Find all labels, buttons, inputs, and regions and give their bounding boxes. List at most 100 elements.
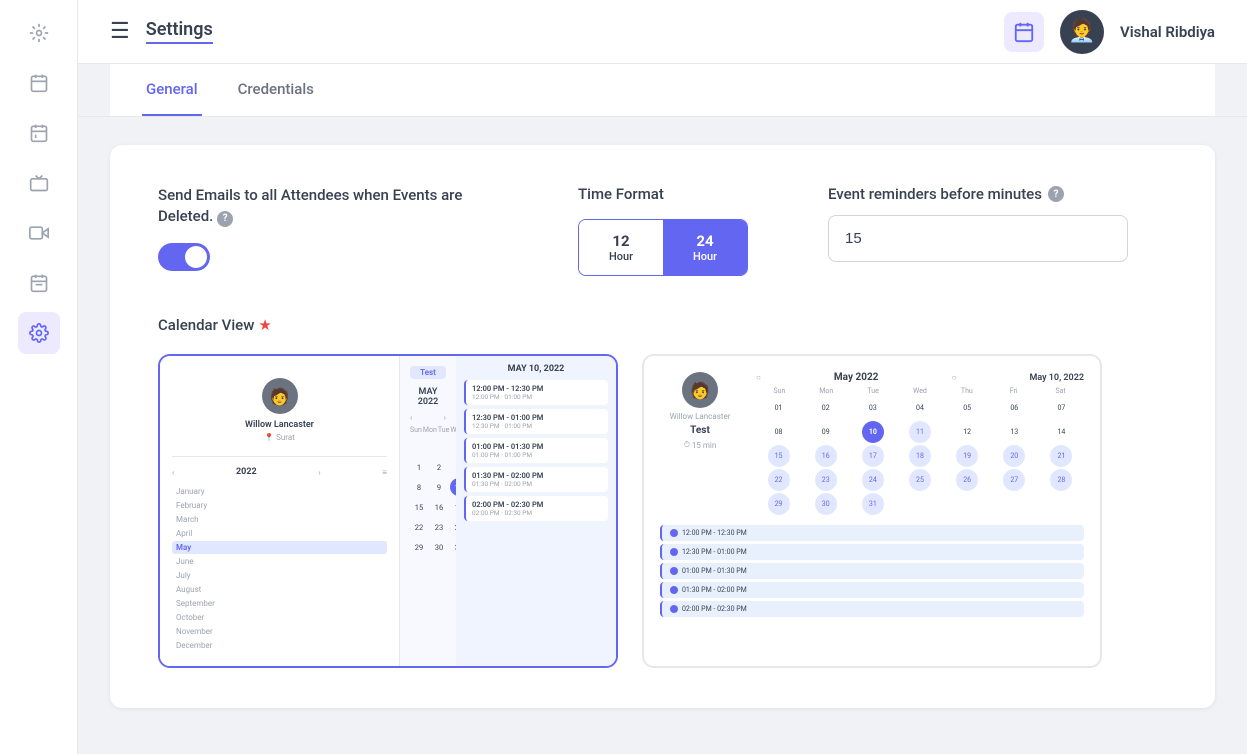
- right-day-04[interactable]: 04: [909, 397, 931, 419]
- month-september[interactable]: September: [172, 597, 387, 610]
- header-left: ☰ Settings: [110, 19, 213, 44]
- right-top: 🧑 Willow Lancaster Test ⏱15 min: [660, 372, 1084, 515]
- event-bar: Test: [410, 366, 446, 379]
- tab-credentials[interactable]: Credentials: [234, 64, 318, 116]
- email-toggle-info-icon[interactable]: ?: [217, 211, 233, 227]
- right-day-13[interactable]: 13: [1003, 421, 1025, 443]
- sidebar: [0, 0, 78, 754]
- right-slot-item[interactable]: 01:00 PM - 01:30 PM: [660, 563, 1084, 579]
- r-hdr-sun: Sun: [756, 387, 803, 395]
- right-day-31[interactable]: 31: [862, 493, 884, 515]
- right-day-01[interactable]: 01: [768, 397, 790, 419]
- time-format-12hr-button[interactable]: 12 Hour: [579, 220, 663, 275]
- right-day-14[interactable]: 14: [1050, 421, 1072, 443]
- right-slot-item[interactable]: 02:00 PM - 02:30 PM: [660, 601, 1084, 617]
- right-day-10[interactable]: 10: [862, 421, 884, 443]
- email-toggle-label: Send Emails to all Attendees when Events…: [158, 185, 498, 227]
- day-2[interactable]: 2: [430, 458, 448, 476]
- month-october[interactable]: October: [172, 611, 387, 624]
- reminder-info-icon[interactable]: ?: [1048, 186, 1064, 202]
- month-august[interactable]: August: [172, 583, 387, 596]
- month-january[interactable]: January: [172, 485, 387, 498]
- prev-year-icon[interactable]: ‹: [172, 468, 174, 477]
- list-view-icon[interactable]: ≡: [382, 468, 387, 477]
- day-hdr-tue: Tue: [438, 426, 449, 434]
- sidebar-item-calendar-week[interactable]: [18, 62, 60, 104]
- day-23[interactable]: 23: [430, 518, 448, 536]
- month-november[interactable]: November: [172, 625, 387, 638]
- month-may[interactable]: May: [172, 541, 387, 554]
- slot-item[interactable]: 01:00 PM - 01:30 PM01:00 PM · 01:00 PM: [464, 438, 608, 463]
- prev-month-icon[interactable]: ‹: [410, 413, 412, 422]
- day-9[interactable]: 9: [430, 478, 448, 496]
- month-december[interactable]: December: [172, 639, 387, 652]
- sidebar-item-calendar-day[interactable]: [18, 112, 60, 154]
- reminder-input[interactable]: [828, 215, 1128, 262]
- day-22[interactable]: 22: [410, 518, 428, 536]
- right-empty-day: [1050, 493, 1072, 515]
- right-day-18[interactable]: 18: [909, 445, 931, 467]
- right-day-09[interactable]: 09: [815, 421, 837, 443]
- right-day-06[interactable]: 06: [1003, 397, 1025, 419]
- day-16[interactable]: 16: [430, 498, 448, 516]
- right-day-29[interactable]: 29: [768, 493, 790, 515]
- time-format-24hr-button[interactable]: 24 Hour: [663, 220, 747, 275]
- right-day-12[interactable]: 12: [956, 421, 978, 443]
- next-year-icon[interactable]: ›: [318, 468, 320, 477]
- month-april[interactable]: April: [172, 527, 387, 540]
- right-slot-item[interactable]: 01:30 PM - 02:00 PM: [660, 582, 1084, 598]
- right-day-23[interactable]: 23: [815, 469, 837, 491]
- tab-general[interactable]: General: [142, 64, 202, 116]
- slot-item[interactable]: 01:30 PM - 02:00 PM01:30 PM · 02:00 PM: [464, 467, 608, 492]
- slot-item[interactable]: 12:00 PM - 12:30 PM12:00 PM · 01:00 PM: [464, 380, 608, 405]
- sidebar-item-video[interactable]: [18, 212, 60, 254]
- sidebar-item-schedule[interactable]: [18, 262, 60, 304]
- slot-item[interactable]: 12:30 PM - 01:00 PM12:30 PM · 01:00 PM: [464, 409, 608, 434]
- right-day-17[interactable]: 17: [862, 445, 884, 467]
- right-prev-icon[interactable]: ○: [756, 373, 761, 382]
- right-day-07[interactable]: 07: [1050, 397, 1072, 419]
- right-day-15[interactable]: 15: [768, 445, 790, 467]
- day-29[interactable]: 29: [410, 538, 428, 556]
- avatar[interactable]: 🧑‍💼: [1060, 10, 1104, 54]
- right-day-27[interactable]: 27: [1003, 469, 1025, 491]
- right-day-08[interactable]: 08: [768, 421, 790, 443]
- next-month-icon[interactable]: ›: [444, 413, 446, 422]
- right-day-25[interactable]: 25: [909, 469, 931, 491]
- day-1[interactable]: 1: [410, 458, 428, 476]
- sidebar-item-settings[interactable]: [18, 312, 60, 354]
- right-day-02[interactable]: 02: [815, 397, 837, 419]
- day-30[interactable]: 30: [430, 538, 448, 556]
- right-day-16[interactable]: 16: [815, 445, 837, 467]
- right-day-30[interactable]: 30: [815, 493, 837, 515]
- right-day-03[interactable]: 03: [862, 397, 884, 419]
- right-day-05[interactable]: 05: [956, 397, 978, 419]
- calendar-preview-left[interactable]: 🧑 Willow Lancaster 📍 Surat ‹ 2022 › ≡: [158, 354, 618, 668]
- right-day-21[interactable]: 21: [1050, 445, 1072, 467]
- day-15[interactable]: 15: [410, 498, 428, 516]
- right-day-28[interactable]: 28: [1050, 469, 1072, 491]
- right-day-11[interactable]: 11: [909, 421, 931, 443]
- sidebar-item-events[interactable]: [18, 162, 60, 204]
- right-slot-item[interactable]: 12:30 PM - 01:00 PM: [660, 544, 1084, 560]
- right-day-20[interactable]: 20: [1003, 445, 1025, 467]
- mini-name-left: Willow Lancaster: [245, 420, 314, 430]
- sidebar-item-dashboard[interactable]: [18, 12, 60, 54]
- month-june[interactable]: June: [172, 555, 387, 568]
- calendar-preview-right[interactable]: 🧑 Willow Lancaster Test ⏱15 min: [642, 354, 1102, 668]
- right-next-icon[interactable]: ○: [952, 373, 957, 382]
- right-day-24[interactable]: 24: [862, 469, 884, 491]
- right-day-22[interactable]: 22: [768, 469, 790, 491]
- right-slot-item[interactable]: 12:00 PM - 12:30 PM: [660, 525, 1084, 541]
- hamburger-menu[interactable]: ☰: [110, 19, 130, 44]
- day-8[interactable]: 8: [410, 478, 428, 496]
- month-july[interactable]: July: [172, 569, 387, 582]
- month-february[interactable]: February: [172, 499, 387, 512]
- email-toggle[interactable]: [158, 243, 210, 271]
- right-day-19[interactable]: 19: [956, 445, 978, 467]
- right-day-26[interactable]: 26: [956, 469, 978, 491]
- mini-cal-left: 🧑 Willow Lancaster 📍 Surat ‹ 2022 › ≡: [160, 356, 400, 666]
- month-march[interactable]: March: [172, 513, 387, 526]
- calendar-header-button[interactable]: [1004, 12, 1044, 52]
- slot-item[interactable]: 02:00 PM - 02:30 PM02:00 PM · 02:30 PM: [464, 496, 608, 521]
